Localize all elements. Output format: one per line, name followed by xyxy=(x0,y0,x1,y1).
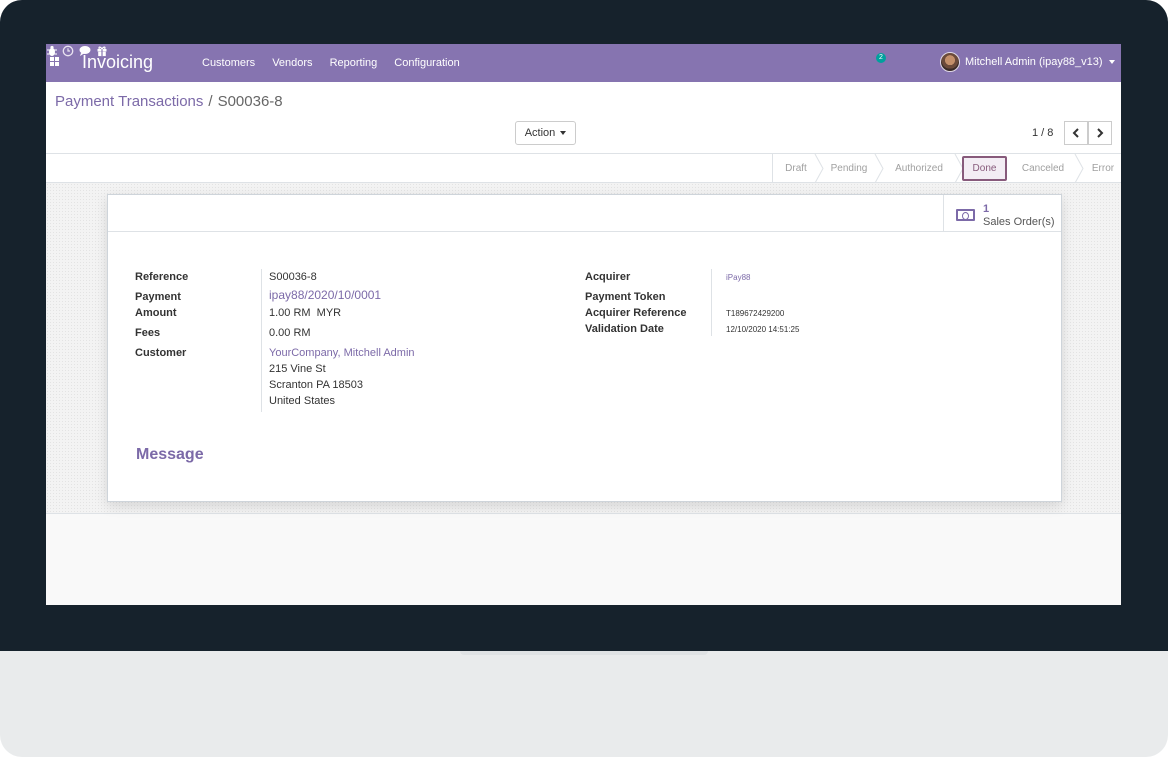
control-panel: Payment Transactions / S00036-8 Action 1 /… xyxy=(46,82,1121,154)
main-menu: Customers Vendors Reporting Configuratio… xyxy=(202,56,477,70)
sales-orders-smart-button[interactable]: 1 Sales Order(s) xyxy=(943,195,1061,232)
stage-error[interactable]: Error xyxy=(1079,154,1121,183)
pager-previous-button[interactable] xyxy=(1064,121,1088,145)
stage-authorized[interactable]: Authorized xyxy=(879,154,964,183)
clock-icon[interactable] xyxy=(62,44,78,61)
form-sheet: 1 Sales Order(s) Reference S00036-8 Paym… xyxy=(107,194,1062,502)
menu-reporting[interactable]: Reporting xyxy=(330,56,378,70)
user-menu[interactable]: Mitchell Admin (ipay88_v13) xyxy=(965,56,1115,68)
pager-next-button[interactable] xyxy=(1088,121,1112,145)
user-name: Mitchell Admin (ipay88_v13) xyxy=(965,56,1103,68)
payment-link[interactable]: ipay88/2020/10/0001 xyxy=(269,288,381,302)
caret-down-icon xyxy=(560,131,567,136)
reference-value: S00036-8 xyxy=(269,271,317,283)
breadcrumb: Payment Transactions / S00036-8 xyxy=(55,93,283,110)
money-icon xyxy=(956,209,975,221)
customer-city: Scranton PA 18503 xyxy=(269,379,363,391)
monitor-base xyxy=(0,651,1168,757)
acquirer-link[interactable]: iPay88 xyxy=(726,273,750,282)
validation-date-value: 12/10/2020 14:51:25 xyxy=(726,325,800,334)
base-notch xyxy=(460,651,708,655)
sales-orders-label: Sales Order(s) xyxy=(983,216,1055,228)
screen: Invoicing Customers Vendors Reporting Co… xyxy=(46,44,1121,605)
user-avatar[interactable] xyxy=(940,52,960,72)
chevron-right-icon xyxy=(1097,128,1104,138)
device-frame: Invoicing Customers Vendors Reporting Co… xyxy=(0,0,1168,757)
customer-label: Customer xyxy=(135,347,187,359)
top-navbar: Invoicing Customers Vendors Reporting Co… xyxy=(46,44,1121,82)
customer-link[interactable]: YourCompany, Mitchell Admin xyxy=(269,347,415,359)
menu-vendors[interactable]: Vendors xyxy=(272,56,312,70)
stage-draft[interactable]: Draft xyxy=(773,154,824,183)
apps-menu-icon[interactable] xyxy=(50,56,62,68)
customer-street: 215 Vine St xyxy=(269,363,326,375)
button-box: 1 Sales Order(s) xyxy=(108,195,1061,232)
stage-pending[interactable]: Pending xyxy=(819,154,884,183)
amount-label: Amount xyxy=(135,307,177,319)
stage-canceled[interactable]: Canceled xyxy=(1007,154,1084,183)
acquirer-reference-label: Acquirer Reference xyxy=(585,307,687,319)
app-title: Invoicing xyxy=(82,52,154,72)
breadcrumb-parent-link[interactable]: Payment Transactions xyxy=(55,93,203,110)
action-button[interactable]: Action xyxy=(515,121,576,145)
menu-customers[interactable]: Customers xyxy=(202,56,255,70)
chevron-left-icon xyxy=(1072,128,1079,138)
amount-value: 1.00 RM MYR xyxy=(269,307,342,319)
breadcrumb-separator: / xyxy=(208,93,213,110)
right-group-divider xyxy=(711,269,712,336)
status-bar: Draft Pending Authorized Done Canceled E… xyxy=(46,154,1121,183)
breadcrumb-current: S00036-8 xyxy=(217,93,283,110)
stage-done[interactable]: Done xyxy=(962,154,1007,183)
sales-orders-count: 1 xyxy=(983,203,990,215)
acquirer-label: Acquirer xyxy=(585,271,631,283)
payment-label: Payment xyxy=(135,291,181,303)
reference-label: Reference xyxy=(135,271,189,283)
menu-configuration[interactable]: Configuration xyxy=(394,56,459,70)
customer-country: United States xyxy=(269,395,336,407)
chevron-down-icon xyxy=(1108,60,1115,65)
payment-token-label: Payment Token xyxy=(585,291,666,303)
message-heading: Message xyxy=(136,446,204,463)
chat-count-badge: 2 xyxy=(876,53,886,63)
acquirer-reference-value: T189672429200 xyxy=(726,309,785,318)
fees-label: Fees xyxy=(135,327,161,339)
action-label: Action xyxy=(524,127,556,139)
fees-value: 0.00 RM xyxy=(269,327,311,339)
left-group-divider xyxy=(261,269,262,412)
validation-date-label: Validation Date xyxy=(585,323,664,335)
pager-value[interactable]: 1 / 8 xyxy=(1032,127,1053,139)
